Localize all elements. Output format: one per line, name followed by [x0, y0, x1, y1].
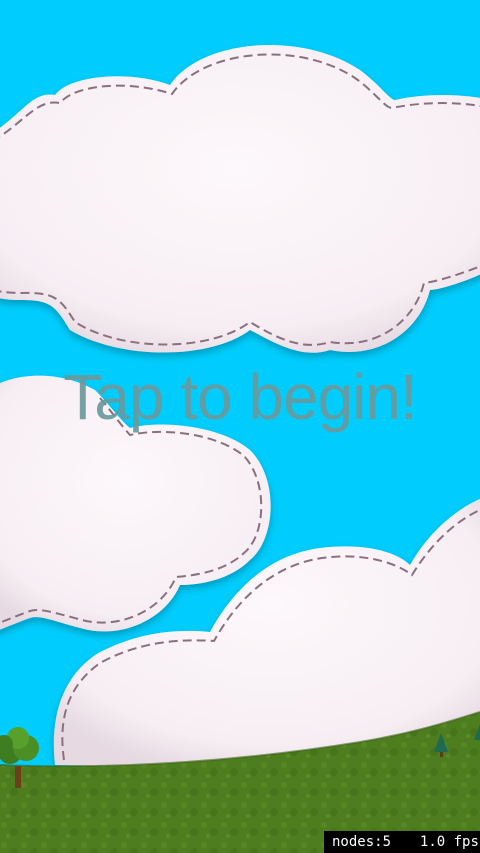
debug-stats-overlay: nodes:5 1.0 fps: [324, 831, 480, 853]
nodes-count: nodes:5: [332, 834, 392, 850]
tap-to-begin-prompt[interactable]: Tap to begin!: [0, 360, 480, 434]
fps-counter: 1.0 fps: [419, 834, 479, 850]
